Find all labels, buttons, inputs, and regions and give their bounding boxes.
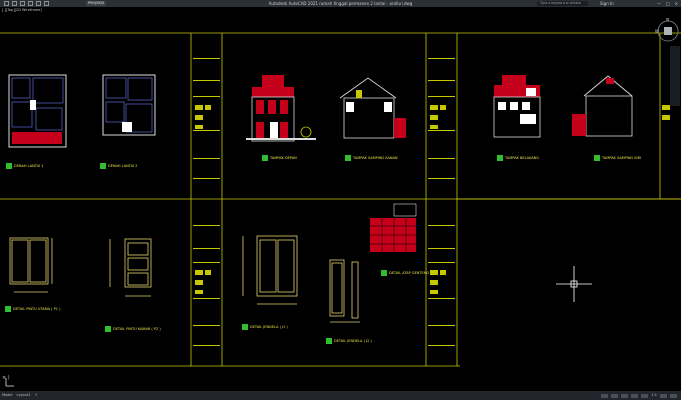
command-line[interactable]: × ⟩	[2, 375, 10, 381]
elevation-rear	[493, 75, 541, 138]
caption-elev3: TAMPAK BELAKANG	[504, 156, 539, 160]
tab-layout1[interactable]: Layout1	[17, 391, 31, 400]
floor-plan-1	[8, 74, 67, 148]
tab-model[interactable]: Model	[2, 391, 13, 400]
floor-plan-2	[102, 74, 156, 136]
viewcube[interactable]: N W	[654, 17, 680, 44]
door-details	[9, 235, 360, 323]
drawing-captions: DENAH LANTAI 1 DENAH LANTAI 2 TAMPAK DEP…	[5, 155, 641, 344]
caption-plan1: DENAH LANTAI 1	[14, 164, 43, 168]
caption-door2: DETAIL PINTU KAMAR ( P2 )	[113, 327, 161, 331]
navigation-bar[interactable]	[670, 46, 680, 106]
status-bar: Model Layout1 + 1:1	[0, 391, 681, 400]
grid-toggle-icon[interactable]	[601, 393, 609, 398]
caption-elev4: TAMPAK SAMPING KIRI	[601, 156, 641, 160]
drawing-canvas[interactable]: DENAH LANTAI 1 DENAH LANTAI 2 TAMPAK DEP…	[0, 0, 681, 400]
tab-add[interactable]: +	[35, 391, 38, 400]
elevation-side-right	[339, 77, 406, 139]
ortho-toggle-icon[interactable]	[621, 393, 629, 398]
osnap-toggle-icon[interactable]	[641, 393, 649, 398]
caption-door3: DETAIL JENDELA ( J1 )	[250, 325, 288, 329]
caption-elev1: TAMPAK DEPAN	[269, 156, 297, 160]
crosshair-cursor	[556, 266, 592, 302]
settings-icon[interactable]	[660, 393, 667, 398]
caption-door1: DETAIL PINTU UTAMA ( P1 )	[13, 307, 61, 311]
annotation-scale[interactable]: 1:1	[651, 391, 657, 400]
caption-roof: DETAIL ATAP GENTENG	[389, 271, 429, 275]
elevation-front	[246, 75, 316, 142]
caption-plan2: DENAH LANTAI 2	[108, 164, 137, 168]
snap-toggle-icon[interactable]	[611, 393, 619, 398]
viewcube-west: W	[655, 29, 659, 34]
elevation-side-left	[572, 75, 633, 137]
roof-detail	[370, 203, 417, 252]
title-blocks	[193, 58, 670, 346]
fullscreen-icon[interactable]	[670, 393, 677, 398]
polar-toggle-icon[interactable]	[631, 393, 639, 398]
caption-window1: DETAIL JENDELA ( J2 )	[334, 339, 372, 343]
viewcube-north: N	[666, 18, 669, 22]
caption-elev2: TAMPAK SAMPING KANAN	[352, 156, 398, 160]
